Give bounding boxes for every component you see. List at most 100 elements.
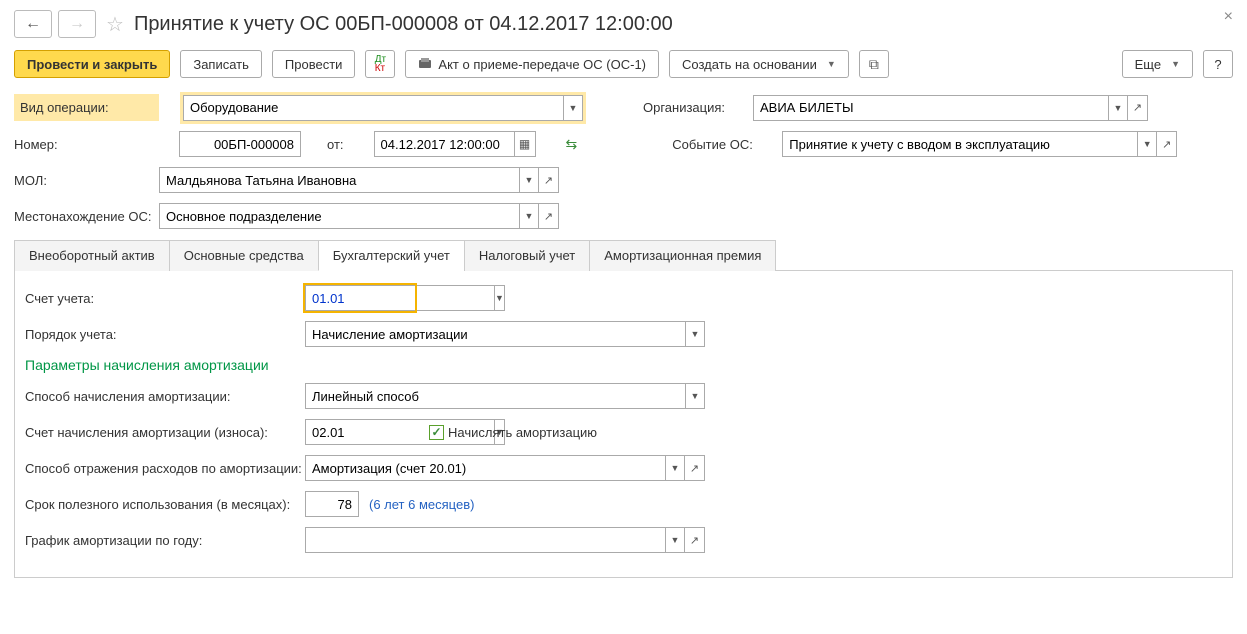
depr-account-combo[interactable]: ▼ [305,419,415,445]
related-icon: ⧉ [869,56,879,73]
toolbar: Провести и закрыть Записать Провести ДтК… [14,50,1233,78]
dropdown-button[interactable]: ▼ [519,167,539,193]
expense-label: Способ отражения расходов по амортизации… [25,461,305,476]
useful-life-input[interactable] [305,491,359,517]
external-icon: ↗ [1133,101,1142,114]
external-icon: ↗ [1162,138,1171,151]
row-location: Местонахождение ОС: ▼ ↗ [14,203,1233,229]
event-combo[interactable]: ▼ ↗ [782,131,1177,157]
dropdown-button[interactable]: ▼ [519,203,539,229]
tab-accounting[interactable]: Бухгалтерский учет [318,240,465,271]
dropdown-button[interactable]: ▼ [665,527,685,553]
op-type-input[interactable] [183,95,563,121]
post-and-close-button[interactable]: Провести и закрыть [14,50,170,78]
more-button[interactable]: Еще ▼ [1122,50,1193,78]
create-based-button[interactable]: Создать на основании ▼ [669,50,849,78]
printer-icon [418,58,432,70]
calendar-button[interactable]: ▦ [514,131,536,157]
order-input[interactable] [305,321,685,347]
open-button[interactable]: ↗ [539,203,559,229]
number-input[interactable] [179,131,301,157]
print-act-label: Акт о приеме-передаче ОС (ОС-1) [438,57,646,72]
open-button[interactable]: ↗ [1128,95,1148,121]
dropdown-button[interactable]: ▼ [685,383,705,409]
op-type-label: Вид операции: [14,94,159,121]
dropdown-button[interactable]: ▼ [1108,95,1128,121]
tabs: Внеоборотный актив Основные средства Бух… [14,239,1233,271]
external-icon: ↗ [544,174,553,187]
open-button[interactable]: ↗ [685,527,705,553]
open-button[interactable]: ↗ [1157,131,1177,157]
charge-checkbox-label: Начислять амортизацию [448,425,597,440]
related-button[interactable]: ⧉ [859,50,889,78]
tab-tax[interactable]: Налоговый учет [464,240,590,271]
external-icon: ↗ [690,462,699,475]
depr-account-label: Счет начисления амортизации (износа): [25,425,305,440]
star-icon[interactable]: ☆ [106,12,124,37]
schedule-label: График амортизации по году: [25,533,305,548]
row-depr-account: Счет начисления амортизации (износа): ▼ … [25,419,1222,445]
date-combo[interactable]: ▦ [374,131,536,157]
tab-non-current-asset[interactable]: Внеоборотный актив [14,240,170,271]
from-label: от: [327,137,344,152]
print-act-button[interactable]: Акт о приеме-передаче ОС (ОС-1) [405,50,659,78]
location-input[interactable] [159,203,519,229]
nav-row: ← → ☆ Принятие к учету ОС 00БП-000008 от… [14,10,1233,38]
dropdown-button[interactable]: ▼ [494,285,505,311]
open-button[interactable]: ↗ [539,167,559,193]
flow-icon[interactable]: ⇆ [566,136,578,153]
mol-input[interactable] [159,167,519,193]
org-input[interactable] [753,95,1108,121]
back-button[interactable]: ← [14,10,52,38]
row-mol: МОЛ: ▼ ↗ [14,167,1233,193]
order-combo[interactable]: ▼ [305,321,705,347]
dtkt-icon: ДтКт [375,55,386,73]
save-button[interactable]: Записать [180,50,262,78]
dropdown-button[interactable]: ▼ [563,95,583,121]
account-label: Счет учета: [25,291,305,306]
expense-input[interactable] [305,455,665,481]
row-account: Счет учета: ▼ [25,285,1222,311]
location-label: Местонахождение ОС: [14,209,159,224]
section-title: Параметры начисления амортизации [25,357,1222,373]
account-combo[interactable]: ▼ [305,285,415,311]
forward-button[interactable]: → [58,10,96,38]
expense-combo[interactable]: ▼ ↗ [305,455,705,481]
open-button[interactable]: ↗ [685,455,705,481]
order-label: Порядок учета: [25,327,305,342]
dropdown-button[interactable]: ▼ [1137,131,1157,157]
schedule-combo[interactable]: ▼ ↗ [305,527,705,553]
useful-life-hint: (6 лет 6 месяцев) [369,497,474,512]
event-input[interactable] [782,131,1137,157]
help-button[interactable]: ? [1203,50,1233,78]
create-based-label: Создать на основании [682,57,817,72]
method-label: Способ начисления амортизации: [25,389,305,404]
org-combo[interactable]: ▼ ↗ [753,95,1148,121]
op-type-combo[interactable]: ▼ [183,95,583,121]
row-schedule: График амортизации по году: ▼ ↗ [25,527,1222,553]
dropdown-button[interactable]: ▼ [685,321,705,347]
post-button[interactable]: Провести [272,50,356,78]
row-expense: Способ отражения расходов по амортизации… [25,455,1222,481]
dropdown-button[interactable]: ▼ [665,455,685,481]
tab-pane-accounting: Счет учета: ▼ Порядок учета: ▼ Параметры… [14,271,1233,578]
dtkt-button[interactable]: ДтКт [365,50,395,78]
account-input[interactable] [305,285,494,311]
tab-fixed-assets[interactable]: Основные средства [169,240,319,271]
tab-bonus[interactable]: Амортизационная премия [589,240,776,271]
more-label: Еще [1135,57,1161,72]
mol-combo[interactable]: ▼ ↗ [159,167,559,193]
useful-life-label: Срок полезного использования (в месяцах)… [25,497,305,512]
location-combo[interactable]: ▼ ↗ [159,203,559,229]
event-label: Событие ОС: [672,137,762,152]
chevron-down-icon: ▼ [827,59,836,69]
method-combo[interactable]: ▼ [305,383,705,409]
external-icon: ↗ [690,534,699,547]
schedule-input[interactable] [305,527,665,553]
mol-label: МОЛ: [14,173,159,188]
date-input[interactable] [374,131,514,157]
close-icon[interactable]: × [1224,8,1233,26]
charge-checkbox-wrap[interactable]: ✓ Начислять амортизацию [429,425,597,440]
method-input[interactable] [305,383,685,409]
row-number-event: Номер: от: ▦ ⇆ Событие ОС: ▼ ↗ [14,131,1233,157]
